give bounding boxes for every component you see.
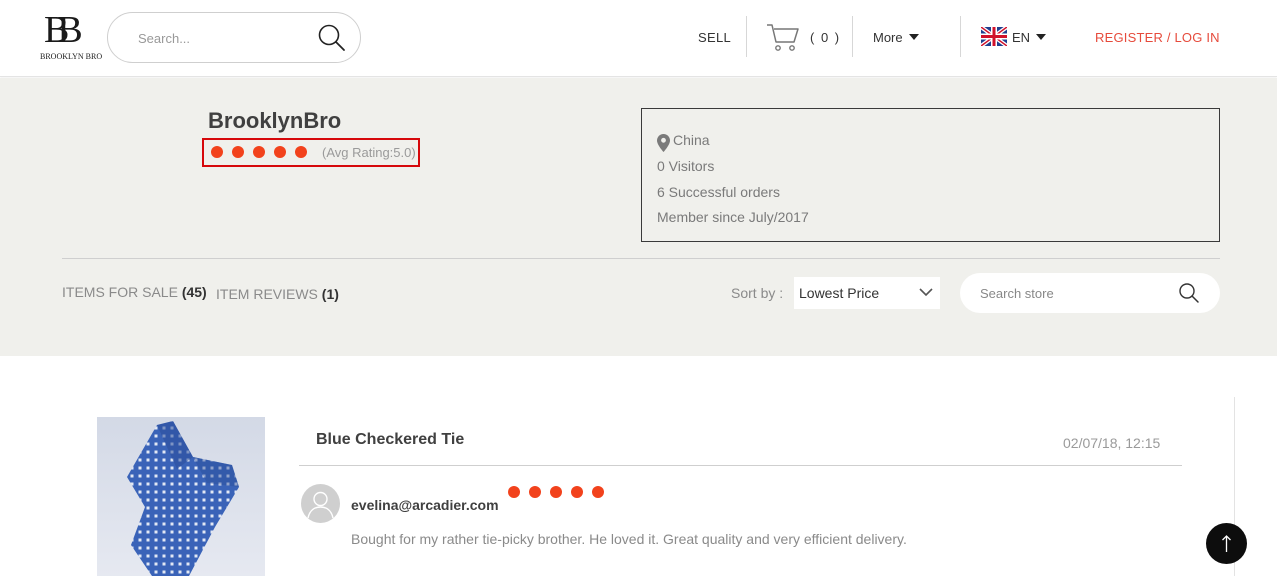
chevron-down-icon	[908, 34, 919, 40]
arrow-up-icon	[1222, 535, 1231, 552]
product-image[interactable]	[97, 417, 265, 576]
seller-location: China	[673, 132, 710, 148]
site-search	[107, 12, 361, 63]
seller-info-box: China 0 Visitors 6 Successful orders Mem…	[641, 108, 1220, 242]
rating-dot	[508, 486, 520, 498]
logo-mark: BB	[44, 9, 83, 51]
rating-dot	[529, 486, 541, 498]
logo-text: BROOKLYN BRO	[40, 52, 103, 61]
store-search	[960, 273, 1220, 313]
divider	[62, 258, 1220, 259]
divider	[299, 465, 1182, 466]
chevron-down-icon	[1036, 34, 1047, 40]
rating-dot	[232, 146, 244, 158]
tab-count: (1)	[321, 286, 339, 302]
rating-dot	[211, 146, 223, 158]
chevron-down-icon	[919, 288, 933, 297]
reviewed-item-title[interactable]: Blue Checkered Tie	[316, 431, 464, 449]
review-date: 02/07/18, 12:15	[1063, 435, 1161, 451]
reviewer-email: evelina@arcadier.com	[351, 497, 499, 513]
rating-dot	[571, 486, 583, 498]
scroll-to-top-button[interactable]	[1206, 523, 1247, 564]
sort-selected-value: Lowest Price	[799, 285, 880, 301]
user-icon	[307, 491, 334, 519]
register-login-link[interactable]: REGISTER / LOG IN	[1095, 30, 1220, 45]
brooklyn-bro-logo[interactable]: BB BROOKLYN BRO	[40, 9, 103, 64]
sort-select[interactable]: Lowest Price	[794, 277, 940, 309]
store-search-input[interactable]	[980, 283, 1170, 303]
nav-divider	[852, 16, 853, 57]
location-pin-icon	[657, 134, 670, 152]
search-icon[interactable]	[317, 23, 347, 53]
language-label: EN	[1012, 30, 1031, 45]
search-icon[interactable]	[1178, 282, 1200, 304]
search-input[interactable]	[138, 27, 308, 49]
cart-count[interactable]: ( 0 )	[810, 30, 841, 45]
rating-dot	[550, 486, 562, 498]
more-menu[interactable]: More	[873, 30, 919, 45]
rating-dot	[274, 146, 286, 158]
nav-divider	[960, 16, 961, 57]
sell-link[interactable]: SELL	[698, 30, 731, 45]
seller-member-since: Member since July/2017	[657, 209, 809, 225]
tie-image	[127, 421, 239, 576]
sort-by-label: Sort by :	[731, 285, 784, 301]
more-label: More	[873, 30, 903, 45]
tab-label: ITEM REVIEWS	[216, 286, 318, 302]
rating-dot	[253, 146, 265, 158]
avg-rating-label: (Avg Rating:5.0)	[322, 145, 416, 160]
cart-icon[interactable]	[766, 22, 800, 52]
review-text: Bought for my rather tie-picky brother. …	[351, 531, 907, 547]
avatar	[301, 484, 340, 523]
language-selector[interactable]: EN	[1012, 30, 1047, 45]
seller-orders: 6 Successful orders	[657, 184, 780, 200]
tab-items-for-sale[interactable]: ITEMS FOR SALE (45)	[62, 284, 207, 300]
tab-item-reviews[interactable]: ITEM REVIEWS (1)	[216, 286, 339, 302]
nav-divider	[746, 16, 747, 57]
uk-flag-icon[interactable]	[981, 27, 1007, 46]
top-navigation-bar: BB BROOKLYN BRO SELL ( 0 ) More EN REGIS…	[0, 0, 1277, 77]
tab-count: (45)	[181, 284, 207, 300]
review-rating-dots	[508, 486, 604, 498]
tab-label: ITEMS FOR SALE	[62, 284, 178, 300]
seller-rating: (Avg Rating:5.0)	[202, 138, 420, 167]
rating-dot	[295, 146, 307, 158]
rating-dot	[592, 486, 604, 498]
rating-dots	[211, 146, 307, 158]
seller-visitors: 0 Visitors	[657, 158, 715, 174]
store-name: BrooklynBro	[208, 108, 342, 133]
seller-profile-panel: BrooklynBro (Avg Rating:5.0) China 0 Vis…	[0, 78, 1277, 356]
